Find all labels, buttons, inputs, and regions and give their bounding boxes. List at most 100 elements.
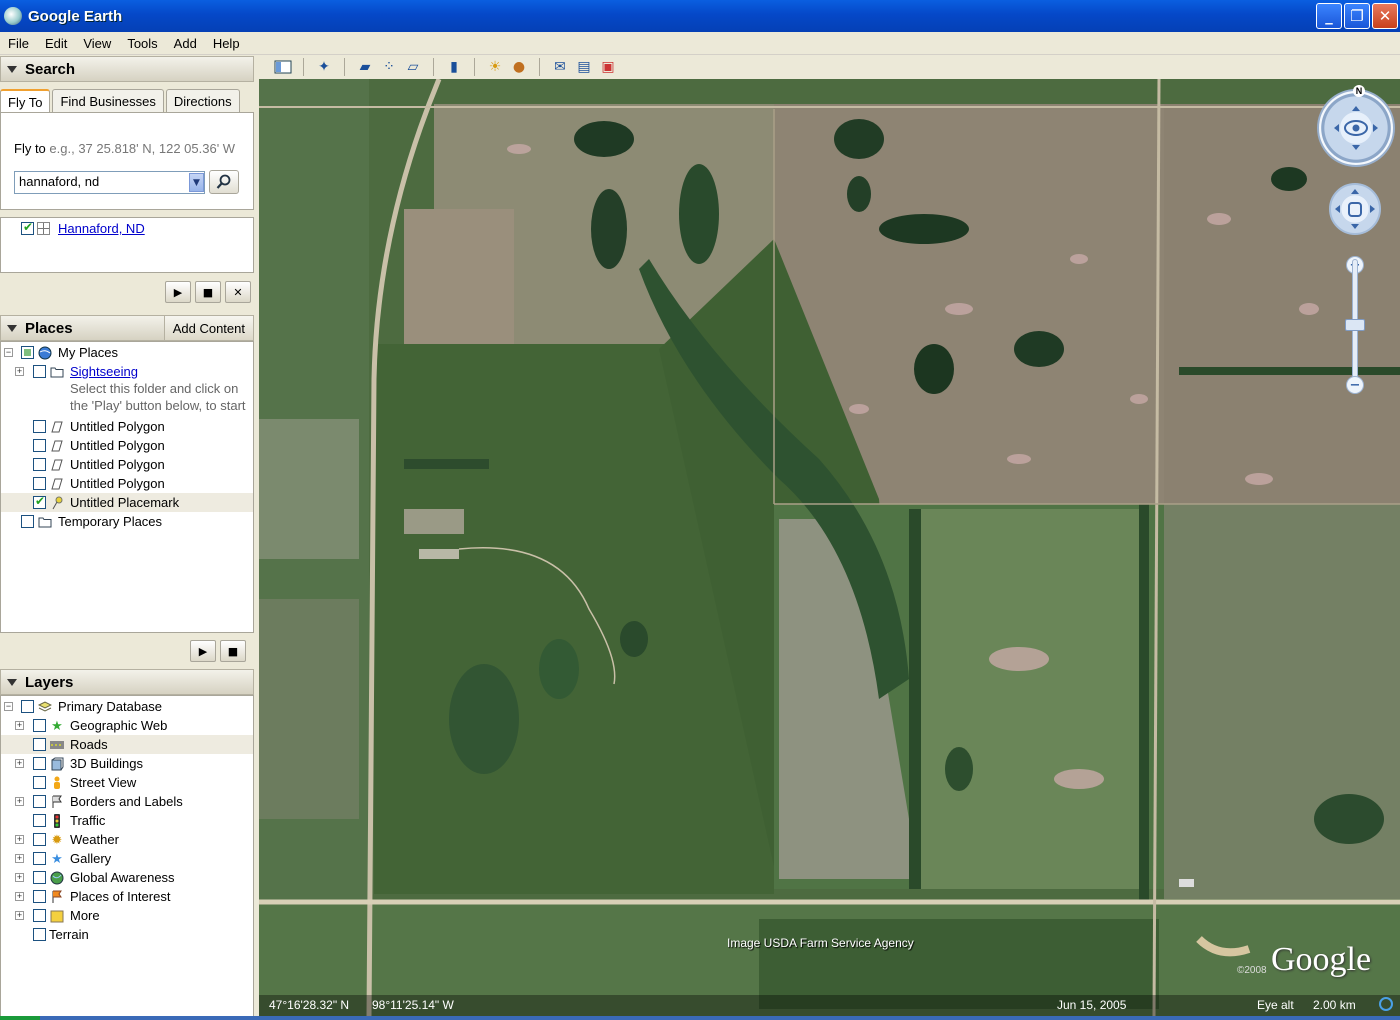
polygon-checkbox[interactable]: [33, 439, 46, 452]
polygon-checkbox[interactable]: [33, 458, 46, 471]
look-navigation-control[interactable]: N: [1317, 85, 1395, 167]
tree-item-polygon[interactable]: Untitled Polygon: [1, 436, 253, 455]
layer-checkbox[interactable]: [33, 852, 46, 865]
title-bar[interactable]: Google Earth _ ❐ ✕: [0, 0, 1400, 32]
layer-item-gallery[interactable]: + ★ Gallery: [1, 849, 253, 868]
stop-button[interactable]: ■: [195, 281, 221, 303]
tree-item-polygon[interactable]: Untitled Polygon: [1, 474, 253, 493]
places-panel-header[interactable]: Places Add Content: [0, 315, 254, 341]
sightseeing-link[interactable]: Sightseeing: [70, 364, 138, 379]
search-history-dropdown[interactable]: ▼: [189, 173, 204, 192]
placemark-checkbox[interactable]: [33, 494, 46, 509]
menu-help[interactable]: Help: [205, 36, 248, 51]
layer-item-3d-buildings[interactable]: + 3D Buildings: [1, 754, 253, 773]
sightseeing-checkbox[interactable]: [33, 365, 46, 378]
print-icon[interactable]: ▤: [572, 56, 596, 78]
maximize-button[interactable]: ❐: [1344, 3, 1370, 29]
layer-checkbox[interactable]: [33, 738, 46, 751]
tree-item-temporary[interactable]: Temporary Places: [1, 512, 253, 531]
collapse-triangle-icon[interactable]: [7, 65, 17, 73]
add-content-button[interactable]: Add Content: [163, 316, 253, 340]
layer-item-places-of-interest[interactable]: + Places of Interest: [1, 887, 253, 906]
tab-directions[interactable]: Directions: [165, 89, 240, 113]
layer-item-borders[interactable]: + Borders and Labels: [1, 792, 253, 811]
collapse-triangle-icon[interactable]: [7, 324, 17, 332]
search-panel-header[interactable]: Search: [0, 56, 254, 82]
layer-checkbox[interactable]: [33, 871, 46, 884]
layer-checkbox[interactable]: [33, 890, 46, 903]
tree-item-polygon[interactable]: Untitled Polygon: [1, 455, 253, 474]
layer-item-global-awareness[interactable]: + Global Awareness: [1, 868, 253, 887]
minimize-button[interactable]: _: [1316, 3, 1342, 29]
polygon-checkbox[interactable]: [33, 420, 46, 433]
stop-tour-button[interactable]: ■: [220, 640, 246, 662]
menu-edit[interactable]: Edit: [37, 36, 75, 51]
layer-item-traffic[interactable]: Traffic: [1, 811, 253, 830]
layer-item-more[interactable]: + More: [1, 906, 253, 925]
play-tour-button[interactable]: ▶: [190, 640, 216, 662]
zoom-out-button[interactable]: −: [1346, 376, 1364, 394]
sidebar-toggle-icon[interactable]: [271, 56, 295, 78]
add-image-overlay-icon[interactable]: ▱: [401, 56, 425, 78]
layer-item-roads[interactable]: Roads: [1, 735, 253, 754]
clear-button[interactable]: ✕: [225, 281, 251, 303]
expand-toggle[interactable]: +: [15, 854, 24, 863]
expand-toggle[interactable]: +: [15, 797, 24, 806]
result-checkbox[interactable]: [21, 220, 34, 235]
sky-planet-icon[interactable]: ●: [507, 56, 531, 78]
expand-toggle[interactable]: +: [15, 911, 24, 920]
layers-panel-header[interactable]: Layers: [0, 669, 254, 695]
close-button[interactable]: ✕: [1372, 3, 1398, 29]
expand-toggle[interactable]: +: [15, 835, 24, 844]
layer-checkbox[interactable]: [33, 814, 46, 827]
tree-item-placemark[interactable]: Untitled Placemark: [1, 493, 253, 512]
pan-navigation-control[interactable]: [1329, 183, 1381, 235]
tree-item-sightseeing[interactable]: + Sightseeing: [1, 362, 253, 381]
add-placemark-icon[interactable]: ✦: [312, 56, 336, 78]
layer-checkbox[interactable]: [33, 776, 46, 789]
tree-item-my-places[interactable]: − My Places: [1, 343, 253, 362]
tree-item-polygon[interactable]: Untitled Polygon: [1, 417, 253, 436]
layer-item-primary[interactable]: − Primary Database: [1, 697, 253, 716]
menu-tools[interactable]: Tools: [119, 36, 165, 51]
zoom-slider-thumb[interactable]: [1345, 319, 1365, 331]
play-button[interactable]: ▶: [165, 281, 191, 303]
expand-toggle[interactable]: +: [15, 367, 24, 376]
layer-item-weather[interactable]: + ✹ Weather: [1, 830, 253, 849]
map-view[interactable]: N + − Image USDA Farm Service Agency ©20…: [259, 79, 1400, 1016]
sunlight-icon[interactable]: ☀: [483, 56, 507, 78]
polygon-checkbox[interactable]: [33, 477, 46, 490]
email-icon[interactable]: ✉: [548, 56, 572, 78]
result-link[interactable]: Hannaford, ND: [58, 221, 145, 236]
layer-checkbox[interactable]: [33, 795, 46, 808]
satellite-imagery[interactable]: [259, 79, 1400, 1016]
layer-checkbox[interactable]: [33, 757, 46, 770]
menu-file[interactable]: File: [0, 36, 37, 51]
my-places-checkbox[interactable]: [21, 346, 34, 359]
collapse-toggle[interactable]: −: [4, 702, 13, 711]
expand-toggle[interactable]: +: [15, 873, 24, 882]
tab-find-businesses[interactable]: Find Businesses: [52, 89, 164, 113]
layer-item-terrain[interactable]: Terrain: [1, 925, 253, 944]
collapse-triangle-icon[interactable]: [7, 678, 17, 686]
layer-item-geographic-web[interactable]: + ★ Geographic Web: [1, 716, 253, 735]
expand-toggle[interactable]: +: [15, 892, 24, 901]
expand-toggle[interactable]: +: [15, 721, 24, 730]
add-path-icon[interactable]: ⁘: [377, 56, 401, 78]
search-input[interactable]: hannaford, nd: [14, 171, 205, 194]
layer-checkbox[interactable]: [33, 928, 46, 941]
layer-checkbox[interactable]: [21, 700, 34, 713]
layer-item-street-view[interactable]: Street View: [1, 773, 253, 792]
menu-add[interactable]: Add: [166, 36, 205, 51]
temporary-checkbox[interactable]: [21, 515, 34, 528]
layer-checkbox[interactable]: [33, 833, 46, 846]
add-polygon-icon[interactable]: ▰: [353, 56, 377, 78]
result-item[interactable]: Hannaford, ND: [1, 219, 253, 238]
collapse-toggle[interactable]: −: [4, 348, 13, 357]
search-go-button[interactable]: [209, 170, 239, 194]
layer-checkbox[interactable]: [33, 909, 46, 922]
tab-fly-to[interactable]: Fly To: [0, 89, 51, 113]
layer-checkbox[interactable]: [33, 719, 46, 732]
ruler-icon[interactable]: ▮: [442, 56, 466, 78]
menu-view[interactable]: View: [75, 36, 119, 51]
